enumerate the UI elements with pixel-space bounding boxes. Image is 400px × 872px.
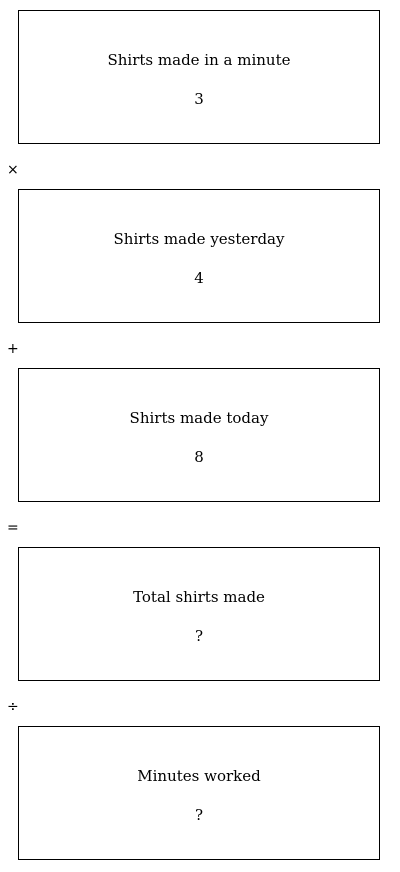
card-label: Shirts made today xyxy=(129,409,269,427)
card-shirts-per-minute: Shirts made in a minute 3 xyxy=(18,10,380,144)
card-shirts-yesterday: Shirts made yesterday 4 xyxy=(18,189,380,323)
card-label: Shirts made in a minute xyxy=(107,51,291,69)
operator-divide: ÷ xyxy=(7,699,19,715)
operator-plus: + xyxy=(7,341,19,357)
card-value: ? xyxy=(194,806,204,824)
card-value: 4 xyxy=(194,269,204,287)
card-value: ? xyxy=(194,627,204,645)
card-total-shirts: Total shirts made ? xyxy=(18,547,380,681)
card-minutes-worked: Minutes worked ? xyxy=(18,726,380,860)
card-label: Shirts made yesterday xyxy=(113,230,285,248)
card-shirts-today: Shirts made today 8 xyxy=(18,368,380,502)
card-value: 8 xyxy=(194,448,204,466)
card-label: Total shirts made xyxy=(133,588,265,606)
operator-equals: = xyxy=(7,520,19,536)
card-label: Minutes worked xyxy=(137,767,261,785)
operator-multiply: × xyxy=(7,162,19,178)
card-value: 3 xyxy=(194,90,204,108)
